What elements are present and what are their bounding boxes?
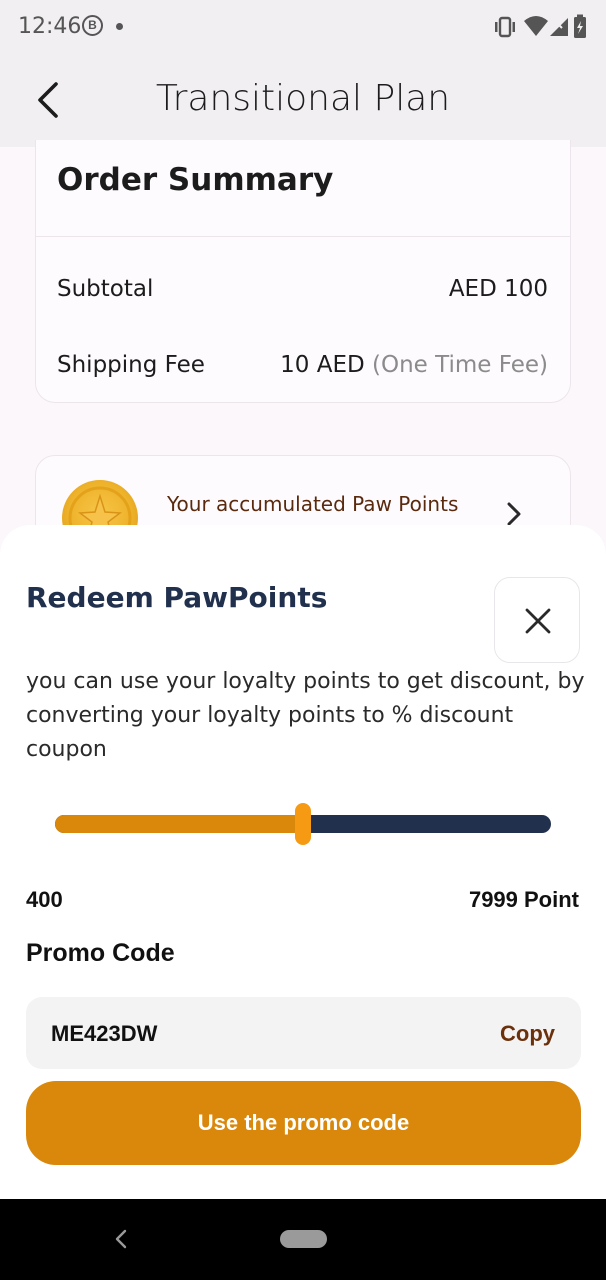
order-summary-card: Order Summary Subtotal AED 100 Shipping … (35, 140, 571, 403)
close-button[interactable] (494, 577, 580, 663)
notification-dot-icon (116, 23, 123, 30)
system-nav-bar (0, 1199, 606, 1280)
chevron-right-icon (507, 502, 521, 526)
subtotal-label: Subtotal (57, 276, 154, 302)
paw-points-text: Your accumulated Paw Points (167, 492, 459, 516)
signal-icon (550, 18, 568, 36)
app-bar: Transitional Plan (0, 54, 606, 147)
page-title: Transitional Plan (155, 78, 451, 119)
slider-thumb[interactable] (295, 803, 311, 845)
shipping-fee-amount: 10 AED (280, 352, 365, 378)
status-time: 12:46 (18, 14, 82, 39)
subtotal-value: AED 100 (449, 276, 548, 302)
slider-fill (55, 815, 303, 833)
sheet-description: you can use your loyalty points to get d… (26, 669, 585, 762)
nav-home-pill[interactable] (280, 1230, 327, 1248)
promo-code-value: ME423DW (51, 1021, 158, 1046)
status-bar: 12:46 B (0, 0, 606, 54)
promo-code-field: ME423DW Copy (26, 997, 581, 1069)
order-summary-title: Order Summary (57, 162, 334, 198)
subtotal-amount: AED 100 (448, 276, 548, 302)
wifi-icon (524, 16, 548, 36)
promo-code-label: Promo Code (26, 939, 175, 967)
nav-back-icon[interactable] (112, 1227, 130, 1251)
vibrate-icon (495, 16, 515, 38)
shipping-fee-note: (One Time Fee) (372, 352, 548, 378)
shipping-fee-label: Shipping Fee (57, 352, 205, 378)
points-slider[interactable] (55, 803, 551, 845)
shipping-fee-value: 10 AED (One Time Fee) (280, 352, 548, 378)
divider (36, 236, 570, 237)
close-icon (525, 608, 551, 634)
sheet-title: Redeem PawPoints (26, 581, 328, 614)
battery-icon (574, 14, 586, 38)
slider-max-label: 7999 Point (468, 887, 579, 912)
copy-button[interactable]: Copy (500, 1021, 555, 1047)
redeem-pawpoints-sheet: Redeem PawPoints you can use your loyalt… (0, 525, 606, 1199)
slider-min-label: 400 (26, 887, 63, 912)
status-badge-icon: B (82, 15, 103, 36)
use-promo-code-button[interactable]: Use the promo code (26, 1081, 581, 1165)
status-icons (495, 14, 586, 38)
